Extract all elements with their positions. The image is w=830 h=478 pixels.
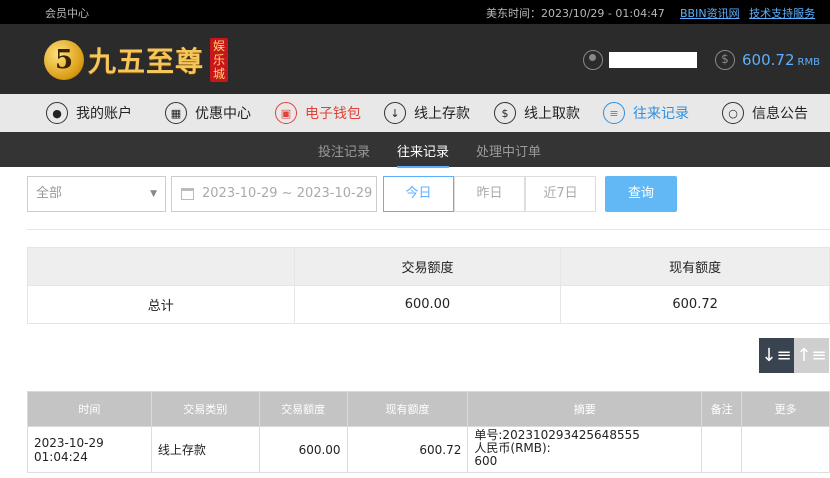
nav-withdraw[interactable]: $ 线上取款	[494, 94, 580, 132]
cell-time: 2023-10-29 01:04:24	[27, 426, 152, 473]
nav-my-account[interactable]: ● 我的账户	[46, 94, 132, 132]
cell-memo: 单号:202310293425648555 人民币(RMB): 600	[467, 426, 703, 473]
summary-total-row: 总计 600.00 600.72	[27, 285, 830, 324]
nav-e-wallet[interactable]: ▣ 电子钱包	[275, 94, 361, 132]
user-icon: ●	[46, 102, 68, 124]
logo-mark: 5	[44, 40, 84, 80]
gift-icon: ▦	[165, 102, 187, 124]
cell-amount: 600.00	[258, 426, 348, 473]
server-time: 美东时间：2023/10/29 - 01:04:47	[486, 7, 665, 20]
col-header-time[interactable]: 时间	[27, 391, 152, 427]
col-header-more: 更多	[741, 391, 830, 427]
memo-currency: 人民币(RMB):	[474, 441, 551, 455]
sub-nav: 投注记录 往来记录 处理中订单	[0, 132, 830, 168]
summary-header-cell: 交易额度	[293, 247, 562, 286]
nav-history[interactable]: ≡ 往来记录	[603, 94, 689, 132]
summary-header-row: 交易额度 现有额度	[27, 247, 830, 286]
cell-balance: 600.72	[346, 426, 469, 473]
sort-descending-button[interactable]: ↓≡	[759, 338, 794, 373]
balance-display: 600.72 RMB	[742, 51, 820, 69]
col-header-balance[interactable]: 现有额度	[346, 391, 469, 427]
cell-more[interactable]	[741, 426, 830, 473]
top-links: BBIN资讯网 技术支持服务	[680, 5, 821, 21]
main-nav: ● 我的账户 ▦ 优惠中心 ▣ 电子钱包 ↓ 线上存款 $ 线上取款 ≡ 往来记…	[0, 94, 830, 132]
records-table: 时间 交易类别 交易额度 现有额度 摘要 备注 更多 2023-10-29 01…	[27, 391, 830, 473]
summary-cell: 600.00	[293, 285, 562, 324]
cell-note	[701, 426, 743, 473]
site-logo[interactable]: 5 九五至尊 娱乐城	[44, 38, 229, 82]
nav-label: 线上存款	[414, 106, 470, 122]
query-button[interactable]: 查询	[605, 176, 677, 212]
date-range-value: 2023-10-29 ~ 2023-10-29	[202, 186, 373, 201]
summary-header-cell	[27, 247, 295, 286]
nav-label: 优惠中心	[195, 106, 251, 122]
history-icon: ≡	[603, 102, 625, 124]
col-header-memo: 摘要	[467, 391, 703, 427]
type-select[interactable]: 全部 ▼	[27, 176, 166, 212]
nav-announcements[interactable]: ○ 信息公告	[722, 94, 808, 132]
user-avatar-icon	[583, 50, 603, 70]
chevron-down-icon: ▼	[150, 189, 157, 199]
date-range-input[interactable]: 2023-10-29 ~ 2023-10-29	[171, 176, 377, 212]
col-header-amount[interactable]: 交易额度	[258, 391, 348, 427]
tab-pending-orders[interactable]: 处理中订单	[476, 141, 541, 160]
wallet-icon: ▣	[275, 102, 297, 124]
summary-table: 交易额度 现有额度 总计 600.00 600.72	[27, 247, 830, 324]
table-row: 2023-10-29 01:04:24 线上存款 600.00 600.72 单…	[27, 426, 830, 473]
quick-today-button[interactable]: 今日	[383, 176, 454, 212]
memo-amount: 600	[474, 454, 498, 468]
tab-transaction-records[interactable]: 往来记录	[397, 141, 450, 168]
nav-label: 电子钱包	[305, 106, 361, 122]
deposit-icon: ↓	[384, 102, 406, 124]
bell-icon: ○	[722, 102, 744, 124]
summary-cell: 总计	[27, 285, 295, 324]
records-header-row: 时间 交易类别 交易额度 现有额度 摘要 备注 更多	[27, 391, 830, 427]
col-header-note: 备注	[701, 391, 743, 427]
quick-yesterday-button[interactable]: 昨日	[454, 176, 525, 212]
nav-label: 线上取款	[524, 106, 580, 122]
sort-ascending-button[interactable]: ↑≡	[794, 338, 829, 373]
balance-unit: RMB	[797, 57, 820, 68]
cell-type: 线上存款	[150, 426, 260, 473]
username-redacted	[609, 52, 697, 68]
logo-badge: 娱乐城	[210, 38, 229, 82]
withdraw-icon: $	[494, 102, 516, 124]
bbin-news-link[interactable]: BBIN资讯网	[680, 7, 740, 20]
top-bar: 会员中心 美东时间：2023/10/29 - 01:04:47 BBIN资讯网 …	[0, 0, 830, 24]
nav-label: 我的账户	[76, 106, 132, 122]
user-area: $ 600.72 RMB	[583, 48, 820, 72]
tech-support-link[interactable]: 技术支持服务	[749, 7, 815, 20]
quick-7days-button[interactable]: 近7日	[525, 176, 596, 212]
summary-cell: 600.72	[560, 285, 830, 324]
summary-header-cell: 现有额度	[560, 247, 830, 286]
balance-value: 600.72	[742, 51, 795, 69]
col-header-type[interactable]: 交易类别	[150, 391, 260, 427]
nav-label: 往来记录	[633, 106, 689, 122]
nav-label: 信息公告	[752, 106, 808, 122]
type-select-value: 全部	[36, 186, 63, 201]
calendar-icon	[181, 188, 194, 200]
site-header: 5 九五至尊 娱乐城 $ 600.72 RMB	[0, 24, 830, 94]
tab-bet-records[interactable]: 投注记录	[318, 141, 370, 160]
logo-text: 九五至尊	[88, 45, 205, 78]
balance-icon: $	[715, 50, 735, 70]
nav-deposit[interactable]: ↓ 线上存款	[384, 94, 470, 132]
nav-promotions[interactable]: ▦ 优惠中心	[165, 94, 251, 132]
member-center-link[interactable]: 会员中心	[45, 5, 89, 21]
divider	[27, 229, 830, 230]
